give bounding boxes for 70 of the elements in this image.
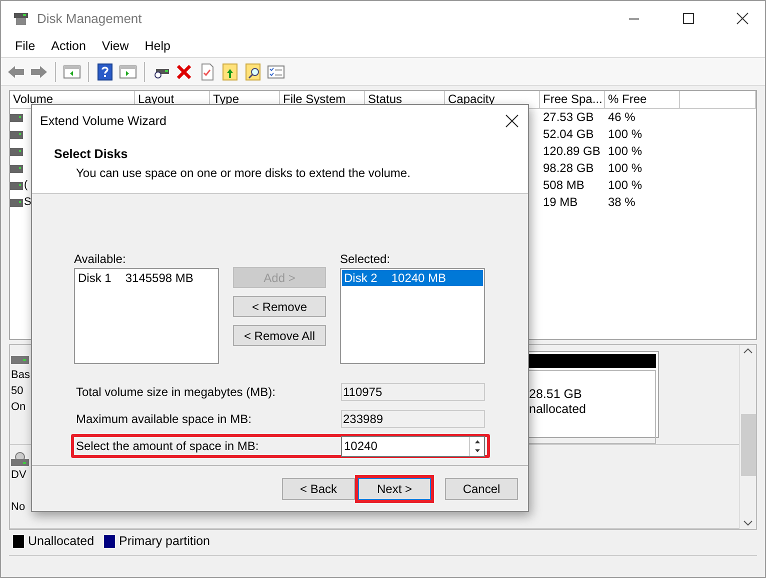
table-cell-text: 100 %: [607, 177, 644, 194]
menu-item[interactable]: Action: [43, 37, 94, 56]
drive-icon: [10, 164, 23, 172]
scroll-up-icon[interactable]: [743, 348, 753, 354]
table-cell-text: 100 %: [607, 143, 644, 160]
menu-item[interactable]: Help: [136, 37, 178, 56]
list-item[interactable]: Disk 2 10240 MB: [342, 270, 483, 286]
wizard-button[interactable]: Cancel: [445, 478, 518, 500]
list-label: Selected:: [340, 251, 392, 268]
value-field: 110975: [341, 383, 485, 401]
wizard-subtitle: You can use space on one or more disks to extend the volume.: [75, 164, 412, 182]
wizard-button[interactable]: < Back: [282, 478, 355, 500]
scrollbar[interactable]: [739, 345, 756, 529]
drive-icon: [10, 182, 23, 190]
table-cell-text: 38 %: [607, 194, 636, 211]
field-label: Maximum available space in MB:: [76, 411, 252, 428]
disk-drive-icon: [13, 12, 29, 26]
drive-icon: [10, 114, 23, 122]
optical-drive-icon: [11, 452, 29, 466]
table-cell-text: (: [24, 178, 28, 193]
disk-label: No: [11, 500, 26, 515]
value-field: 233989: [341, 410, 485, 428]
list-item[interactable]: Disk 1 3145598 MB: [76, 270, 217, 286]
field-label: Select the amount of space in MB:: [76, 438, 259, 455]
table-cell-text: S: [24, 195, 32, 210]
dialog-title: Extend Volume Wizard: [40, 112, 166, 130]
legend-label: Primary partition: [119, 532, 210, 550]
delete-icon[interactable]: [175, 62, 193, 80]
drive-icon: [10, 198, 23, 206]
table-cell-text: 46 %: [607, 109, 636, 126]
checklist-icon[interactable]: [267, 62, 285, 80]
menu-item[interactable]: View: [94, 37, 137, 56]
column-header[interactable]: Free Spa...: [540, 91, 605, 109]
partition-status: nallocated: [529, 402, 587, 417]
disk-label: Bas: [11, 368, 30, 383]
list-label: Available:: [74, 251, 127, 268]
folder-search-icon[interactable]: [244, 62, 262, 80]
window-title: Disk Management: [37, 10, 142, 28]
wizard-heading: Select Disks: [54, 146, 129, 163]
disk-label: 50: [11, 384, 24, 399]
disk-list[interactable]: Disk 1 3145598 MB: [74, 268, 219, 364]
legend-label: Unallocated: [28, 532, 94, 550]
move-button[interactable]: < Remove: [233, 296, 326, 317]
menu-item[interactable]: File: [7, 37, 44, 56]
help-icon[interactable]: [96, 62, 114, 80]
field-label: Total volume size in megabytes (MB):: [76, 384, 276, 401]
table-cell-text: 100 %: [607, 160, 644, 177]
table-cell-text: 98.28 GB: [542, 160, 595, 177]
table-cell-text: 120.89 GB: [542, 143, 602, 160]
disk-label: On: [11, 400, 26, 415]
column-header[interactable]: % Free: [605, 91, 680, 109]
table-cell-text: 100 %: [607, 126, 644, 143]
close-button[interactable]: [505, 114, 519, 128]
console-tree-icon[interactable]: [63, 62, 81, 80]
partition-size: 28.51 GB: [529, 387, 583, 402]
table-cell-text: 52.04 GB: [542, 126, 595, 143]
disk-list[interactable]: Disk 2 10240 MB: [340, 268, 485, 364]
move-button[interactable]: < Remove All: [233, 325, 326, 346]
folder-up-icon[interactable]: [221, 62, 239, 80]
drive-icon: [10, 130, 23, 138]
table-cell-text: 19 MB: [542, 194, 579, 211]
scroll-down-icon[interactable]: [743, 520, 753, 526]
table-cell-text: 508 MB: [542, 177, 586, 194]
maximize-button[interactable]: [680, 11, 696, 26]
spin-field[interactable]: 10240: [341, 436, 485, 456]
action-pane-icon[interactable]: [119, 62, 137, 80]
close-button[interactable]: [734, 11, 750, 26]
table-cell-text: 27.53 GB: [542, 109, 595, 126]
disk-label: DV: [11, 468, 26, 483]
drive-icon: [10, 148, 23, 156]
